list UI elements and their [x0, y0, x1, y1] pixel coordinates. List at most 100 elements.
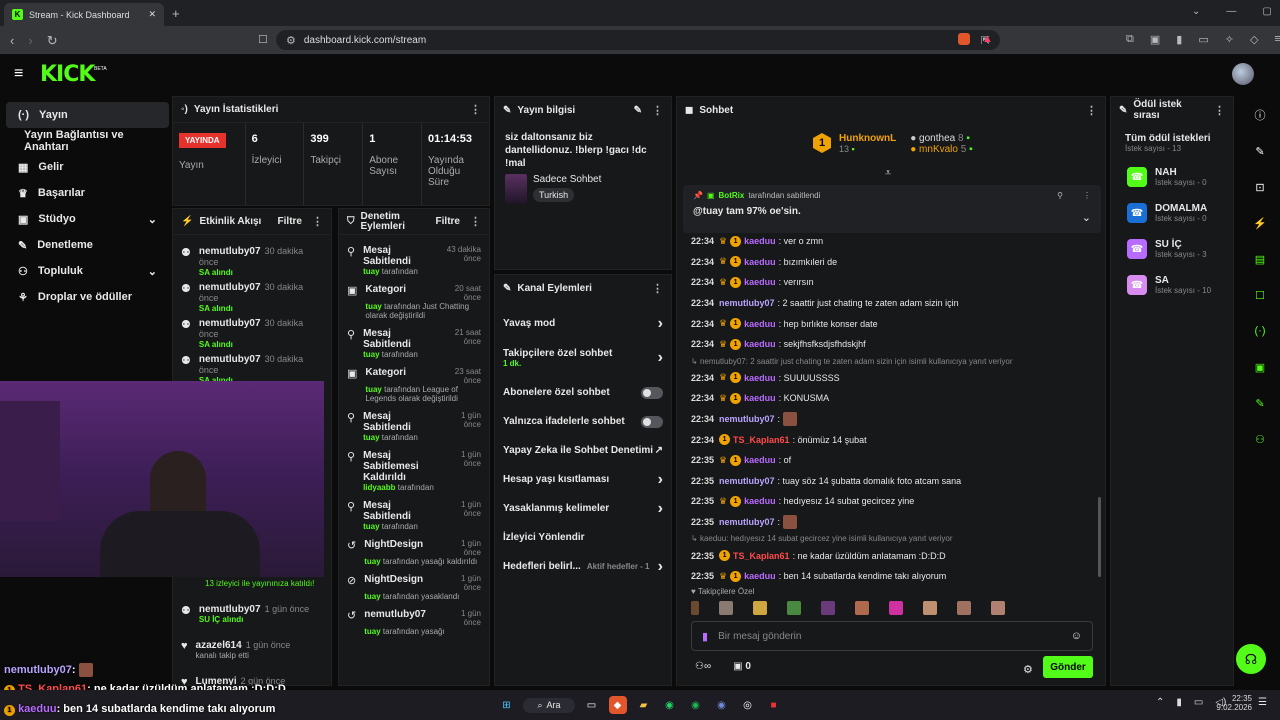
- chat-username[interactable]: kaeduu: [744, 257, 776, 267]
- emote-icon[interactable]: [855, 601, 869, 615]
- emote-icon[interactable]: [753, 601, 767, 615]
- channel-action-item[interactable]: Takipçilere özel sohbet 1 dk. ›: [495, 338, 671, 378]
- search-button[interactable]: ⌕ Ara: [523, 697, 575, 713]
- sidebar-toggle-icon[interactable]: ▮: [1176, 33, 1182, 46]
- chat-username[interactable]: nemutluby07: [719, 298, 775, 308]
- emote-icon[interactable]: [821, 601, 835, 615]
- bookmark-icon[interactable]: ☐: [258, 33, 268, 46]
- collapse-icon[interactable]: ⩡: [885, 167, 891, 180]
- sidebar-item-stream-key[interactable]: Yayın Bağlantısı ve Anahtarı: [6, 128, 169, 154]
- more-options-icon[interactable]: ⋮: [312, 215, 323, 228]
- channel-action-item[interactable]: Yalnızca ifadelerle sohbet: [495, 407, 671, 436]
- emote-icon[interactable]: [787, 601, 801, 615]
- sidebar-item-droplar[interactable]: ⚘ Droplar ve ödüller: [6, 284, 169, 310]
- chevron-down-icon[interactable]: ⌄: [1192, 6, 1200, 17]
- windows-start-icon[interactable]: ⊞: [497, 696, 515, 714]
- menu-icon[interactable]: ≡: [1274, 33, 1280, 46]
- reward-item[interactable]: ☎ SU İÇ İstek sayısı - 3: [1111, 231, 1233, 267]
- channel-action-item[interactable]: Hedefleri belirl... Aktif hedefler - 1 ›: [495, 552, 671, 581]
- chat-username[interactable]: nemutluby07: [719, 414, 775, 424]
- sidebar-item-studyo[interactable]: ▣ Stüdyo ⌄: [6, 206, 169, 232]
- chat-icon[interactable]: ☐: [1247, 282, 1273, 308]
- notification-icon[interactable]: ☰: [1258, 697, 1267, 708]
- lightning-icon[interactable]: ⚡: [1247, 210, 1273, 236]
- filter-button[interactable]: Filtre: [436, 216, 460, 227]
- channel-action-item[interactable]: İzleyici Yönlendir: [495, 523, 671, 552]
- kick-logo[interactable]: KICK: [40, 62, 95, 87]
- mic-icon[interactable]: ▮: [702, 630, 708, 643]
- wallet-icon[interactable]: ▭: [1198, 33, 1208, 46]
- chat-username[interactable]: TS_Kaplan61: [733, 435, 790, 445]
- emote-icon[interactable]: [691, 601, 699, 615]
- chat-username[interactable]: nemutluby07: [719, 517, 775, 527]
- back-icon[interactable]: ‹: [10, 33, 14, 49]
- support-icon[interactable]: ☊: [1236, 644, 1266, 674]
- more-options-icon[interactable]: ⋮: [470, 215, 481, 228]
- more-options-icon[interactable]: ⋮: [1086, 104, 1097, 117]
- clip-icon[interactable]: ⊡: [1247, 174, 1273, 200]
- task-view-icon[interactable]: ▭: [583, 696, 601, 714]
- toggle-switch[interactable]: [641, 415, 663, 428]
- reward-item[interactable]: ☎ SA İstek sayısı - 10: [1111, 267, 1233, 303]
- queue-icon[interactable]: ▣: [1247, 354, 1273, 380]
- brave-rewards-icon[interactable]: ▲: [982, 33, 993, 45]
- emoji-icon[interactable]: ☺: [1071, 630, 1082, 642]
- leo-icon[interactable]: ✧: [1225, 33, 1234, 46]
- chevron-up-icon[interactable]: ⌃: [1156, 697, 1164, 708]
- more-options-icon[interactable]: ⋮: [1214, 104, 1225, 117]
- extensions-icon[interactable]: ⧉: [1126, 33, 1134, 46]
- address-bar[interactable]: ⚙ dashboard.kick.com/stream ⇱: [276, 30, 1000, 50]
- edit-icon[interactable]: ✎: [1247, 138, 1273, 164]
- discord-icon[interactable]: ◉: [713, 696, 731, 714]
- sidebar-item-gelir[interactable]: ▦ Gelir: [6, 154, 169, 180]
- chat-username[interactable]: kaeduu: [744, 277, 776, 287]
- list-icon[interactable]: ▤: [1247, 246, 1273, 272]
- emote-icon[interactable]: [923, 601, 937, 615]
- close-tab-icon[interactable]: ✕: [148, 9, 156, 20]
- clock[interactable]: 22:35 9.02.2026: [1214, 694, 1252, 712]
- broadcast-icon[interactable]: (·): [1247, 318, 1273, 344]
- new-tab-icon[interactable]: +: [172, 6, 180, 21]
- brave-icon[interactable]: ◆: [608, 696, 627, 714]
- send-button[interactable]: Gönder: [1043, 656, 1093, 678]
- chat-username[interactable]: kaeduu: [744, 339, 776, 349]
- all-requests[interactable]: Tüm ödül istekleri İstek sayısı - 13: [1111, 123, 1233, 159]
- avatar[interactable]: [1232, 63, 1254, 85]
- info-icon[interactable]: ⓘ: [1247, 102, 1273, 128]
- community-icon[interactable]: ⚇∞: [695, 661, 711, 672]
- settings-icon[interactable]: ⚙: [1023, 663, 1033, 676]
- more-options-icon[interactable]: ⋮: [652, 282, 663, 295]
- filter-button[interactable]: Filtre: [278, 216, 302, 227]
- chat-username[interactable]: kaeduu: [744, 393, 776, 403]
- vpn-icon[interactable]: ◇: [1250, 33, 1258, 46]
- more-options-icon[interactable]: ⋮: [1083, 191, 1091, 200]
- emote-icon[interactable]: [957, 601, 971, 615]
- emote-icon[interactable]: [719, 601, 733, 615]
- chat-username[interactable]: kaeduu: [744, 236, 776, 246]
- community-icon[interactable]: ⚇: [1247, 426, 1273, 452]
- more-options-icon[interactable]: ⋮: [652, 104, 663, 117]
- sidebar-item-denetleme[interactable]: ✎ Denetleme: [6, 232, 169, 258]
- emote-icon[interactable]: [991, 601, 1005, 615]
- chat-username[interactable]: kaeduu: [744, 319, 776, 329]
- channel-action-item[interactable]: Abonelere özel sohbet: [495, 378, 671, 407]
- chat-username[interactable]: kaeduu: [744, 571, 776, 581]
- unpin-icon[interactable]: ⚲: [1057, 191, 1063, 200]
- mic-icon[interactable]: ▮: [1176, 697, 1182, 708]
- channel-action-item[interactable]: Yasaklanmış kelimeler ›: [495, 494, 671, 523]
- points-indicator[interactable]: ▣ 0: [733, 661, 751, 672]
- chat-username[interactable]: kaeduu: [744, 455, 776, 465]
- network-icon[interactable]: ▭: [1194, 697, 1203, 708]
- site-info-icon[interactable]: ⚙: [286, 34, 296, 47]
- channel-action-item[interactable]: Yavaş mod ›: [495, 309, 671, 338]
- obs-icon[interactable]: ◎: [739, 696, 757, 714]
- reload-icon[interactable]: ↻: [47, 33, 58, 49]
- chat-input[interactable]: ▮ Bir mesaj gönderin ☺: [691, 621, 1093, 651]
- edit-icon[interactable]: ✎: [634, 105, 642, 116]
- reward-item[interactable]: ☎ NAH İstek sayısı - 0: [1111, 159, 1233, 195]
- brave-shield-icon[interactable]: [958, 33, 970, 45]
- chat-username[interactable]: TS_Kaplan61: [733, 551, 790, 561]
- minimize-icon[interactable]: —: [1226, 6, 1236, 17]
- channel-action-item[interactable]: Hesap yaşı kısıtlaması ›: [495, 465, 671, 494]
- emote-icon[interactable]: [889, 601, 903, 615]
